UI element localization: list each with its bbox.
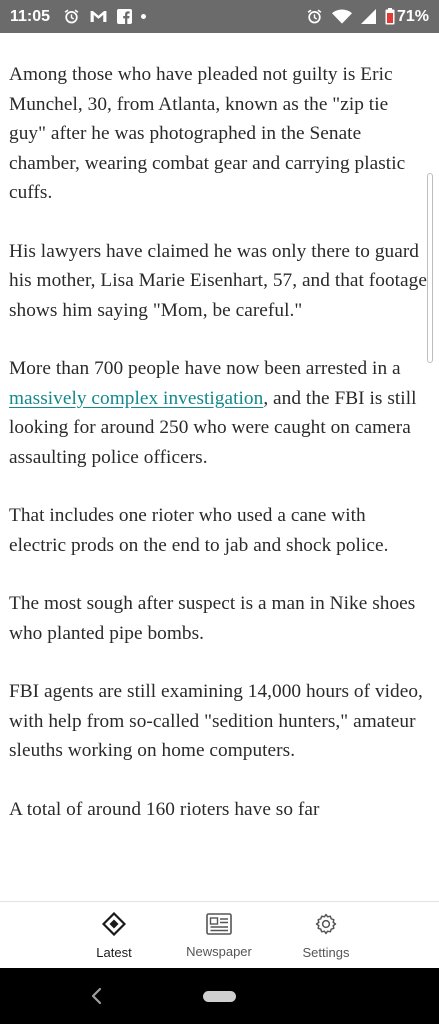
nav-item-latest[interactable]: Latest [64, 902, 164, 969]
gmail-icon [89, 9, 108, 24]
nav-item-newspaper[interactable]: Newspaper [169, 902, 269, 969]
nav-label-newspaper: Newspaper [186, 943, 252, 959]
status-time: 11:05 [10, 7, 51, 25]
status-left: 11:05 [10, 7, 147, 26]
content-fade [0, 879, 439, 901]
battery-icon [385, 8, 395, 25]
system-navigation-bar [0, 968, 439, 1024]
article-paragraph: Among those who have pleaded not guilty … [9, 64, 406, 203]
article-paragraph: His lawyers have claimed he was only the… [9, 240, 427, 321]
status-bar: 11:05 71% [0, 0, 439, 33]
battery-percent: 71% [396, 7, 429, 25]
article-body[interactable]: Among those who have pleaded not guilty … [0, 33, 439, 901]
article-paragraph: FBI agents are still examining 14,000 ho… [9, 681, 423, 761]
alarm-icon [306, 8, 323, 25]
scrollbar-thumb[interactable] [427, 173, 433, 363]
notification-dot-icon [141, 14, 147, 19]
article-paragraph-partial: A total of around 160 rioters have so fa… [9, 798, 320, 820]
article-paragraph: More than 700 people have now been arres… [9, 354, 427, 472]
signal-icon [360, 9, 376, 24]
nav-item-settings[interactable]: Settings [276, 902, 376, 969]
article-paragraph: That includes one rioter who used a cane… [9, 505, 389, 556]
investigation-link[interactable]: massively complex investigation [9, 388, 263, 409]
bottom-navigation: Latest Newspaper Settings [0, 901, 439, 968]
newspaper-icon [206, 912, 232, 938]
status-right: 71% [306, 8, 429, 26]
home-pill-button[interactable] [203, 991, 236, 1002]
facebook-icon [117, 9, 133, 24]
wifi-icon [331, 9, 352, 25]
battery: 71% [385, 8, 429, 26]
diamond-icon [101, 911, 127, 939]
article-paragraph: The most sough after suspect is a man in… [9, 593, 416, 644]
back-icon[interactable] [88, 986, 106, 1006]
alarm-icon [63, 8, 80, 25]
nav-label-latest: Latest [96, 944, 132, 960]
gear-icon [314, 912, 338, 939]
nav-label-settings: Settings [302, 944, 350, 960]
paragraph-text: More than 700 people have now been arres… [9, 358, 401, 379]
